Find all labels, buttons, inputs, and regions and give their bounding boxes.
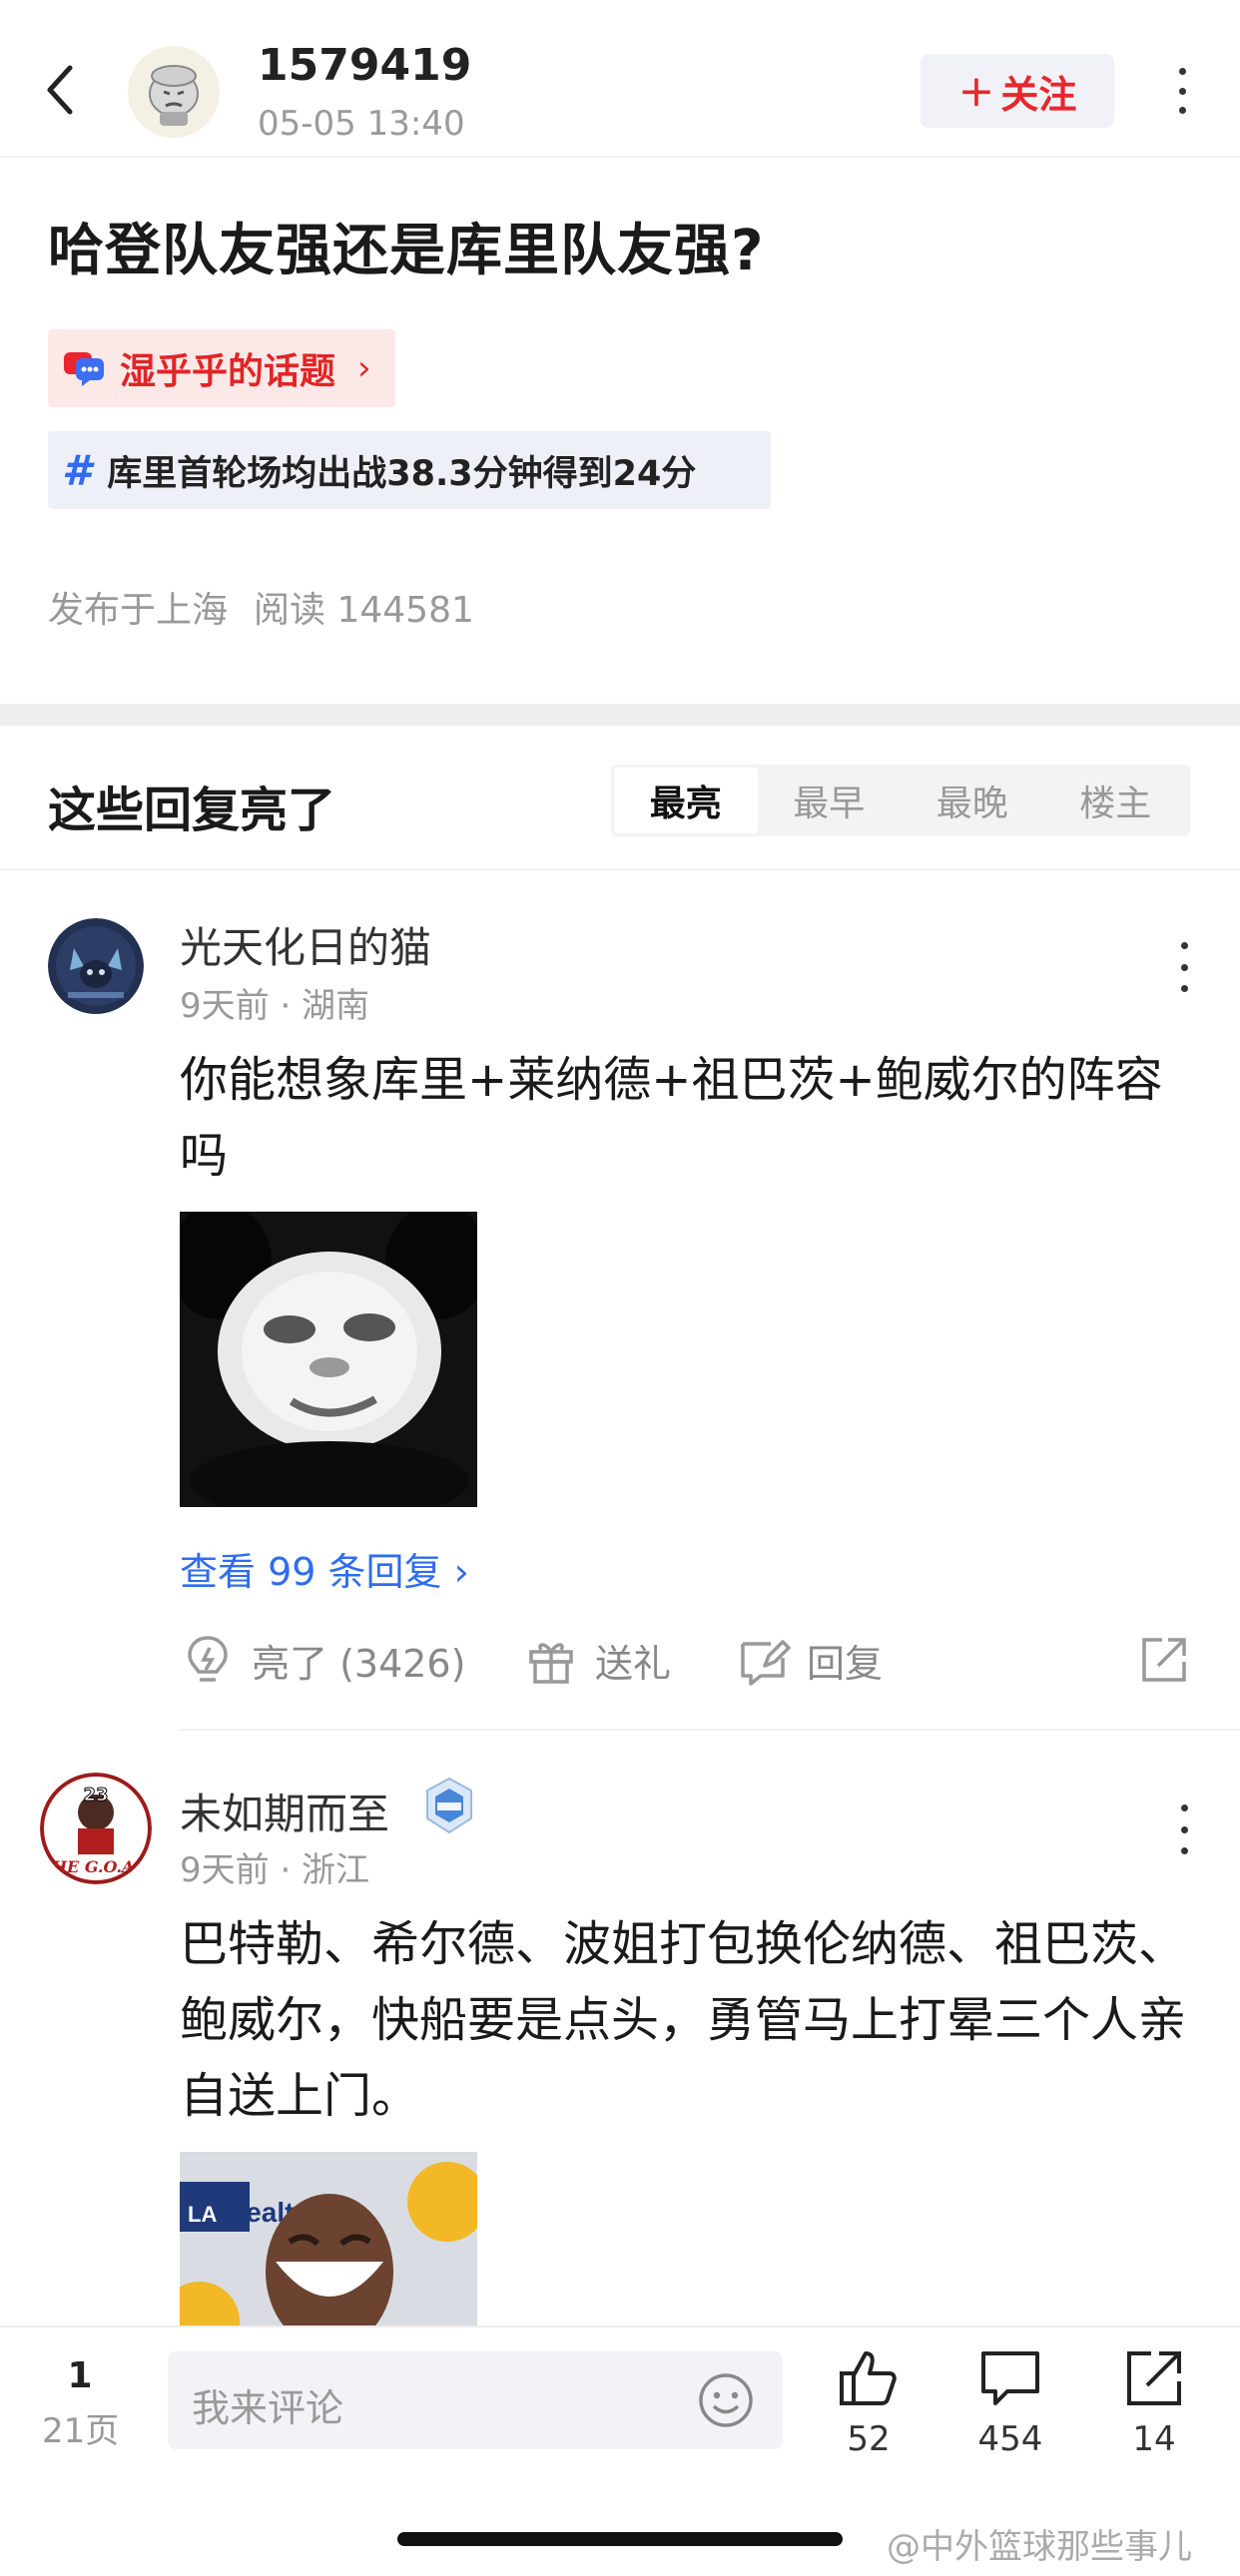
user-name[interactable]: 1579419	[258, 40, 471, 91]
backdrop-text-la: LA	[188, 2202, 217, 2227]
gift-icon	[529, 1643, 573, 1684]
comment-meta: 9天前 · 浙江	[180, 1850, 370, 1890]
post-time: 05-05 13:40	[258, 104, 465, 144]
publish-location: 发布于上海	[48, 590, 229, 631]
lightbulb-icon	[188, 1636, 228, 1682]
publish-info: 发布于上海 阅读 144581	[48, 581, 474, 633]
comment-placeholder: 我来评论	[192, 2386, 344, 2430]
badge-icon	[419, 1777, 479, 1836]
share-count: 14	[1132, 2419, 1176, 2459]
chat-bubble-icon	[64, 352, 104, 386]
more-options-icon[interactable]	[1174, 942, 1194, 992]
comments-button[interactable]: 454	[960, 2345, 1060, 2459]
comment-text: 你能想象库里+莱纳德+祖巴茨+鲍威尔的阵容吗	[180, 1052, 1163, 1184]
share-button[interactable]	[1136, 1625, 1192, 1695]
photo-image[interactable]: LA Healt	[180, 2152, 477, 2331]
divider	[0, 868, 1240, 870]
tab-author[interactable]: 楼主	[1044, 768, 1188, 833]
commenter-name[interactable]: 未如期而至	[180, 1781, 389, 1841]
more-options-icon[interactable]	[1164, 68, 1200, 114]
meme-image[interactable]	[180, 1212, 477, 1507]
current-page[interactable]: 1	[60, 2355, 100, 2396]
more-options-icon[interactable]	[1174, 1804, 1194, 1854]
comment-meta: 9天前 · 湖南	[180, 986, 370, 1026]
tab-brightest[interactable]: 最亮	[614, 768, 758, 833]
plus-icon: +	[957, 65, 995, 117]
home-indicator[interactable]	[397, 2532, 843, 2546]
top-bar: 1579419 05-05 13:40 + 关注	[0, 0, 1240, 158]
reply-button[interactable]: 回复	[735, 1625, 883, 1695]
commenter-name[interactable]: 光天化日的猫	[180, 914, 431, 975]
tab-earliest[interactable]: 最早	[758, 768, 902, 833]
total-pages[interactable]: 21页	[42, 2403, 119, 2452]
commenter-avatar[interactable]: 23 THE G.O.A.T	[40, 1773, 152, 1884]
sort-tabs: 最亮 最早 最晚 楼主	[611, 765, 1190, 836]
avatar-caption: THE G.O.A.T	[40, 1857, 152, 1876]
like-button[interactable]: 52	[819, 2345, 919, 2459]
divider	[180, 1729, 1240, 1731]
tab-latest[interactable]: 最晚	[901, 768, 1044, 833]
watermark: @中外篮球那些事儿	[887, 2527, 1192, 2567]
divider	[0, 704, 1240, 726]
like-count: 52	[847, 2419, 891, 2459]
light-button[interactable]: 亮了 (3426)	[180, 1625, 465, 1695]
emoji-icon[interactable]	[697, 2371, 755, 2429]
read-count: 阅读 144581	[254, 590, 474, 631]
comment-count: 454	[977, 2419, 1043, 2459]
comment-icon	[981, 2351, 1039, 2405]
topic-label: 湿乎乎的话题	[120, 351, 336, 392]
commenter-avatar[interactable]	[48, 918, 144, 1014]
share-icon	[1127, 2351, 1181, 2405]
share-button[interactable]: 14	[1104, 2345, 1204, 2459]
replies-section-title: 这些回复亮了	[48, 782, 336, 838]
light-count: 亮了 (3426)	[252, 1641, 466, 1686]
reply-label: 回复	[807, 1641, 884, 1686]
chevron-right-icon: ›	[357, 348, 371, 388]
comment-text: 巴特勒、希尔德、波姐打包换伦纳德、祖巴茨、鲍威尔，快船要是点头，勇管马上打晕三个…	[180, 1916, 1187, 2124]
follow-button[interactable]: + 关注	[921, 54, 1114, 128]
share-icon	[1142, 1638, 1186, 1682]
back-icon[interactable]	[40, 62, 80, 118]
post-title: 哈登队友强还是库里队友强?	[48, 219, 765, 283]
gift-label: 送礼	[595, 1641, 672, 1686]
avatar-number: 23	[83, 1785, 108, 1805]
hashtag-tag[interactable]: # 库里首轮场均出战38.3分钟得到24分	[48, 431, 771, 509]
view-replies-link[interactable]: 查看 99 条回复 ›	[180, 1541, 469, 1596]
topic-tag[interactable]: 湿乎乎的话题 ›	[48, 329, 395, 407]
comment-input[interactable]: 我来评论	[168, 2351, 783, 2449]
user-avatar[interactable]	[128, 46, 220, 138]
hashtag-icon: #	[62, 445, 92, 495]
hashtag-label: 库里首轮场均出战38.3分钟得到24分	[107, 453, 697, 494]
thumbs-up-icon	[840, 2351, 897, 2405]
follow-label: 关注	[1000, 72, 1077, 117]
reply-icon	[741, 1640, 791, 1686]
comment-actions: 亮了 (3426) 送礼 回复	[180, 1625, 1188, 1695]
gift-button[interactable]: 送礼	[523, 1625, 671, 1695]
